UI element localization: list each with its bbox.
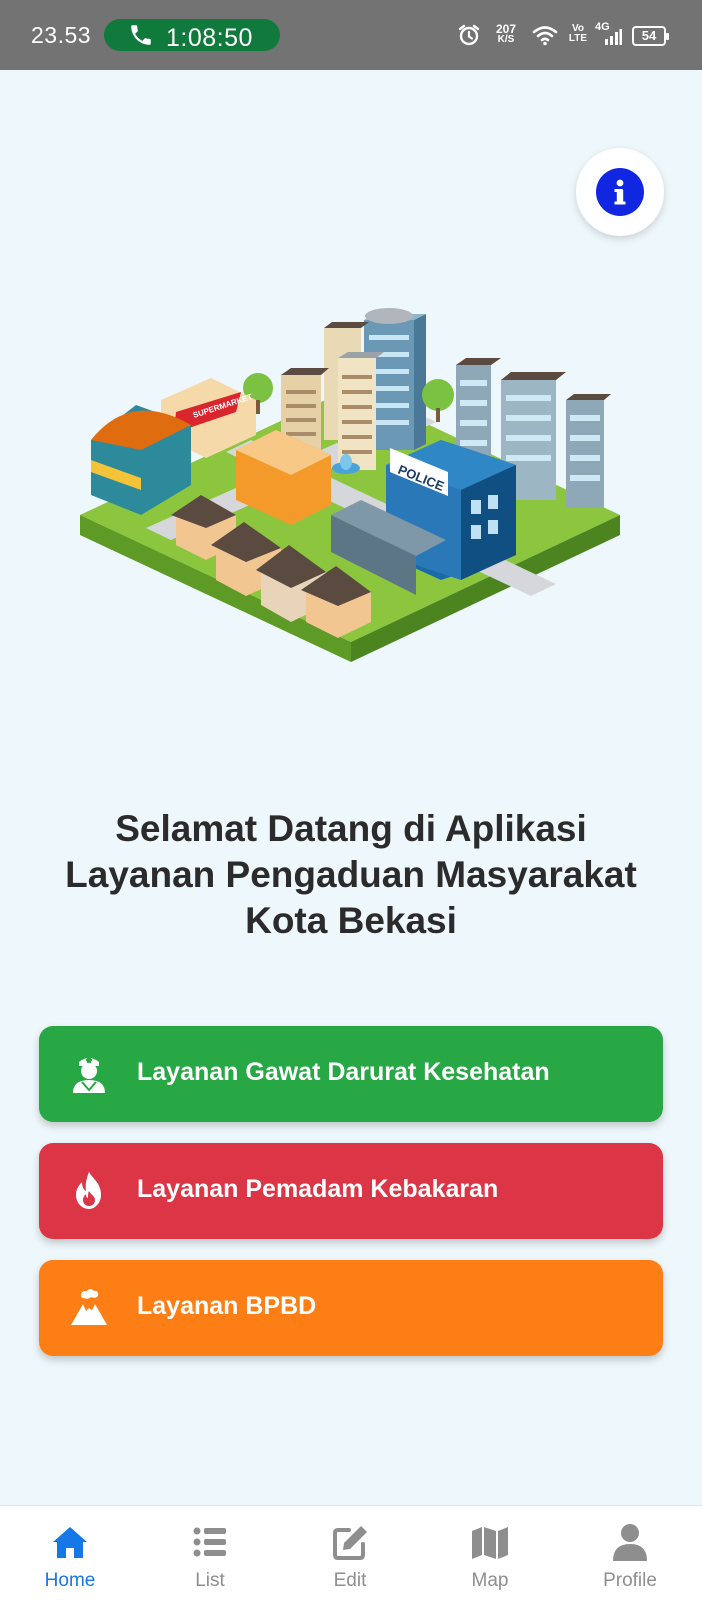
welcome-heading: Selamat Datang di Aplikasi Layanan Penga…	[40, 806, 662, 944]
volcano-icon	[71, 1289, 107, 1325]
doctor-icon	[73, 1057, 105, 1093]
status-time: 23.53	[31, 22, 92, 48]
welcome-line-1: Selamat Datang di Aplikasi	[115, 808, 587, 849]
fire-icon	[76, 1172, 101, 1209]
nav-profile-label: Profile	[603, 1570, 657, 1591]
info-button[interactable]	[576, 148, 664, 236]
call-timer: 1:08:50	[166, 24, 253, 52]
volte-bottom: LTE	[568, 33, 588, 44]
bpbd-label: Layanan BPBD	[137, 1292, 317, 1320]
info-icon	[596, 168, 644, 216]
nav-edit[interactable]: Edit	[280, 1506, 420, 1600]
home-icon	[53, 1527, 87, 1558]
map-icon	[472, 1527, 508, 1559]
fire-department-label: Layanan Pemadam Kebakaran	[137, 1175, 499, 1203]
net-speed-unit: K/S	[497, 34, 515, 45]
nav-home-label: Home	[44, 1570, 96, 1591]
phone-icon	[131, 25, 151, 45]
net-speed: 207 K/S	[491, 23, 521, 45]
nav-list[interactable]: List	[140, 1506, 280, 1600]
list-icon	[193, 1527, 226, 1557]
profile-icon	[613, 1524, 647, 1561]
bottom-navigation: Home List Edit Map Profile	[0, 1505, 702, 1600]
nav-map-label: Map	[471, 1570, 509, 1591]
battery-indicator: 54	[632, 26, 669, 46]
nav-edit-label: Edit	[333, 1570, 367, 1591]
nav-map[interactable]: Map	[420, 1506, 560, 1600]
nav-home[interactable]: Home	[0, 1506, 140, 1600]
nav-profile[interactable]: Profile	[560, 1506, 700, 1600]
welcome-line-3: Kota Bekasi	[245, 900, 457, 941]
ongoing-call-pill[interactable]: 1:08:50	[104, 19, 280, 52]
edit-icon	[333, 1526, 367, 1560]
alarm-icon	[458, 24, 480, 46]
wifi-icon	[532, 26, 558, 46]
fire-department-button[interactable]: Layanan Pemadam Kebakaran	[39, 1143, 663, 1239]
status-bar: 23.53 1:08:50 207 K/S Vo LTE 4G 54	[0, 0, 702, 70]
welcome-line-2: Layanan Pengaduan Masyarakat	[65, 854, 637, 895]
signal-icon	[605, 29, 622, 45]
health-emergency-button[interactable]: Layanan Gawat Darurat Kesehatan	[39, 1026, 663, 1122]
bpbd-button[interactable]: Layanan BPBD	[39, 1260, 663, 1356]
volte-indicator: Vo LTE	[567, 24, 589, 44]
nav-list-label: List	[195, 1570, 225, 1591]
health-emergency-label: Layanan Gawat Darurat Kesehatan	[137, 1058, 550, 1086]
city-illustration: POLICE SUPERMARKET	[80, 308, 620, 662]
